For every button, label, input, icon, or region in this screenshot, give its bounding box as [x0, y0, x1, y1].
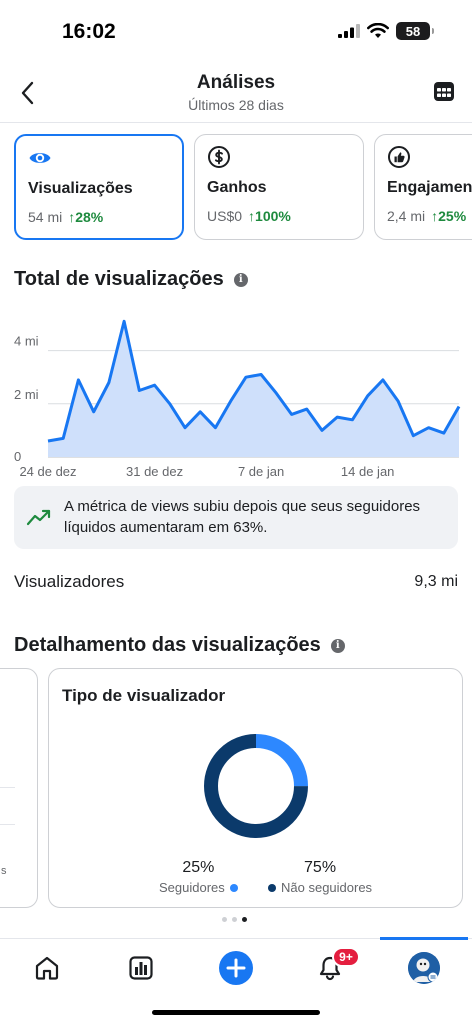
metric-card-engagement[interactable]: Engajamento 2,4 mi ↑25%	[374, 134, 472, 240]
header-divider	[0, 122, 472, 123]
metric-cards: Visualizações 54 mi ↑28% Ganhos US$0 ↑100%…	[14, 134, 472, 242]
metric-change: ↑25%	[431, 208, 467, 224]
insight-card: A métrica de views subiu depois que seus…	[14, 486, 458, 549]
legend-percent: 75%	[304, 859, 337, 876]
avatar-icon	[408, 952, 440, 984]
metric-title: Engajamento	[387, 179, 472, 196]
x-tick-label: 24 de dez	[19, 464, 76, 479]
tab-create[interactable]	[219, 951, 253, 985]
gridline	[0, 787, 15, 788]
active-tab-indicator	[380, 937, 468, 940]
metric-value: US$0	[207, 208, 243, 224]
status-icons: 58	[338, 22, 434, 40]
legend-label: Não seguidores	[281, 880, 373, 895]
eye-icon	[29, 153, 51, 163]
viewers-label: Visualizadores	[14, 572, 125, 591]
x-tick-label: 14 de jan	[341, 464, 395, 479]
viewer-type-title: Tipo de visualizador	[62, 686, 226, 705]
viewers-value: 9,3 mi	[414, 573, 458, 590]
metric-title: Visualizações	[28, 180, 133, 197]
metric-title: Ganhos	[207, 179, 267, 196]
info-icon[interactable]: i	[233, 272, 248, 287]
pager-dot[interactable]	[222, 917, 227, 922]
x-tick-label: 7 de jan	[238, 464, 284, 479]
breakdown-previous-card[interactable]: s	[0, 668, 38, 908]
total-views-title-text: Total de visualizações	[14, 268, 224, 290]
legend-label: Seguidores	[159, 880, 225, 895]
breakdown-title-text: Detalhamento das visualizações	[14, 634, 321, 656]
pager-dot[interactable]	[232, 917, 237, 922]
viewer-type-card[interactable]: Tipo de visualizador 25% Seguidores 75% …	[48, 668, 463, 908]
gridline	[0, 824, 15, 825]
viewers-row: Visualizadores 9,3 mi	[14, 570, 458, 596]
y-tick-label: 4 mi	[14, 334, 39, 349]
breakdown-title: Detalhamento das visualizações i	[14, 634, 345, 657]
status-bar: 16:02 58	[0, 0, 472, 62]
tab-analytics[interactable]	[124, 951, 158, 985]
carousel-pager	[222, 917, 247, 922]
header: Análises Últimos 28 dias	[0, 62, 472, 120]
legend-dot	[229, 883, 238, 892]
status-time: 16:02	[62, 20, 116, 43]
home-icon	[35, 956, 59, 980]
tab-profile[interactable]	[408, 952, 440, 984]
tab-home[interactable]	[30, 951, 64, 985]
notification-badge: 9+	[332, 947, 360, 967]
cellular-signal-icon	[338, 24, 360, 38]
viewer-type-donut	[204, 734, 308, 838]
legend-non-followers: 75% Não seguidores	[268, 859, 372, 895]
plus-icon	[219, 951, 253, 985]
dollar-icon	[208, 146, 230, 168]
battery-icon: 58	[396, 22, 434, 40]
page-subtitle: Últimos 28 dias	[188, 97, 284, 113]
x-tick-label: 31 de dez	[126, 464, 183, 479]
thumbs-up-icon	[388, 146, 410, 168]
metric-value: 2,4 mi	[387, 208, 426, 224]
legend-percent: 25%	[182, 859, 215, 876]
info-icon[interactable]: i	[330, 638, 345, 653]
total-views-title: Total de visualizações i	[14, 268, 248, 291]
metric-change: ↑100%	[248, 208, 291, 224]
metric-change: ↑28%	[68, 209, 104, 225]
bottom-tab-bar: 9+	[0, 937, 472, 998]
metric-card-earnings[interactable]: Ganhos US$0 ↑100%	[194, 134, 364, 240]
metric-card-views[interactable]: Visualizações 54 mi ↑28%	[14, 134, 184, 240]
pager-dot-active[interactable]	[242, 917, 247, 922]
previous-card-fragment: s	[1, 865, 7, 877]
y-tick-label: 0	[14, 449, 21, 464]
insight-text: A métrica de views subiu depois que seus…	[64, 498, 421, 536]
views-chart-svg: 0 2 mi 4 mi 24 de dez 31 de dez 7 de jan 14 de…	[14, 319, 461, 479]
legend-followers: 25% Seguidores	[159, 859, 238, 895]
trending-up-icon	[26, 509, 51, 526]
home-indicator	[152, 1010, 320, 1015]
chart-area	[48, 321, 459, 457]
calendar-grid-icon	[434, 82, 454, 101]
metric-value: 54 mi	[28, 209, 63, 225]
page-title: Análises	[196, 72, 276, 93]
views-chart: 0 2 mi 4 mi 24 de dez 31 de dez 7 de jan 14 de…	[0, 300, 472, 490]
y-tick-label: 2 mi	[14, 387, 39, 402]
calendar-button[interactable]	[432, 79, 458, 105]
bar-chart-icon	[129, 956, 153, 980]
wifi-icon	[367, 23, 389, 38]
legend-dot	[268, 883, 276, 892]
